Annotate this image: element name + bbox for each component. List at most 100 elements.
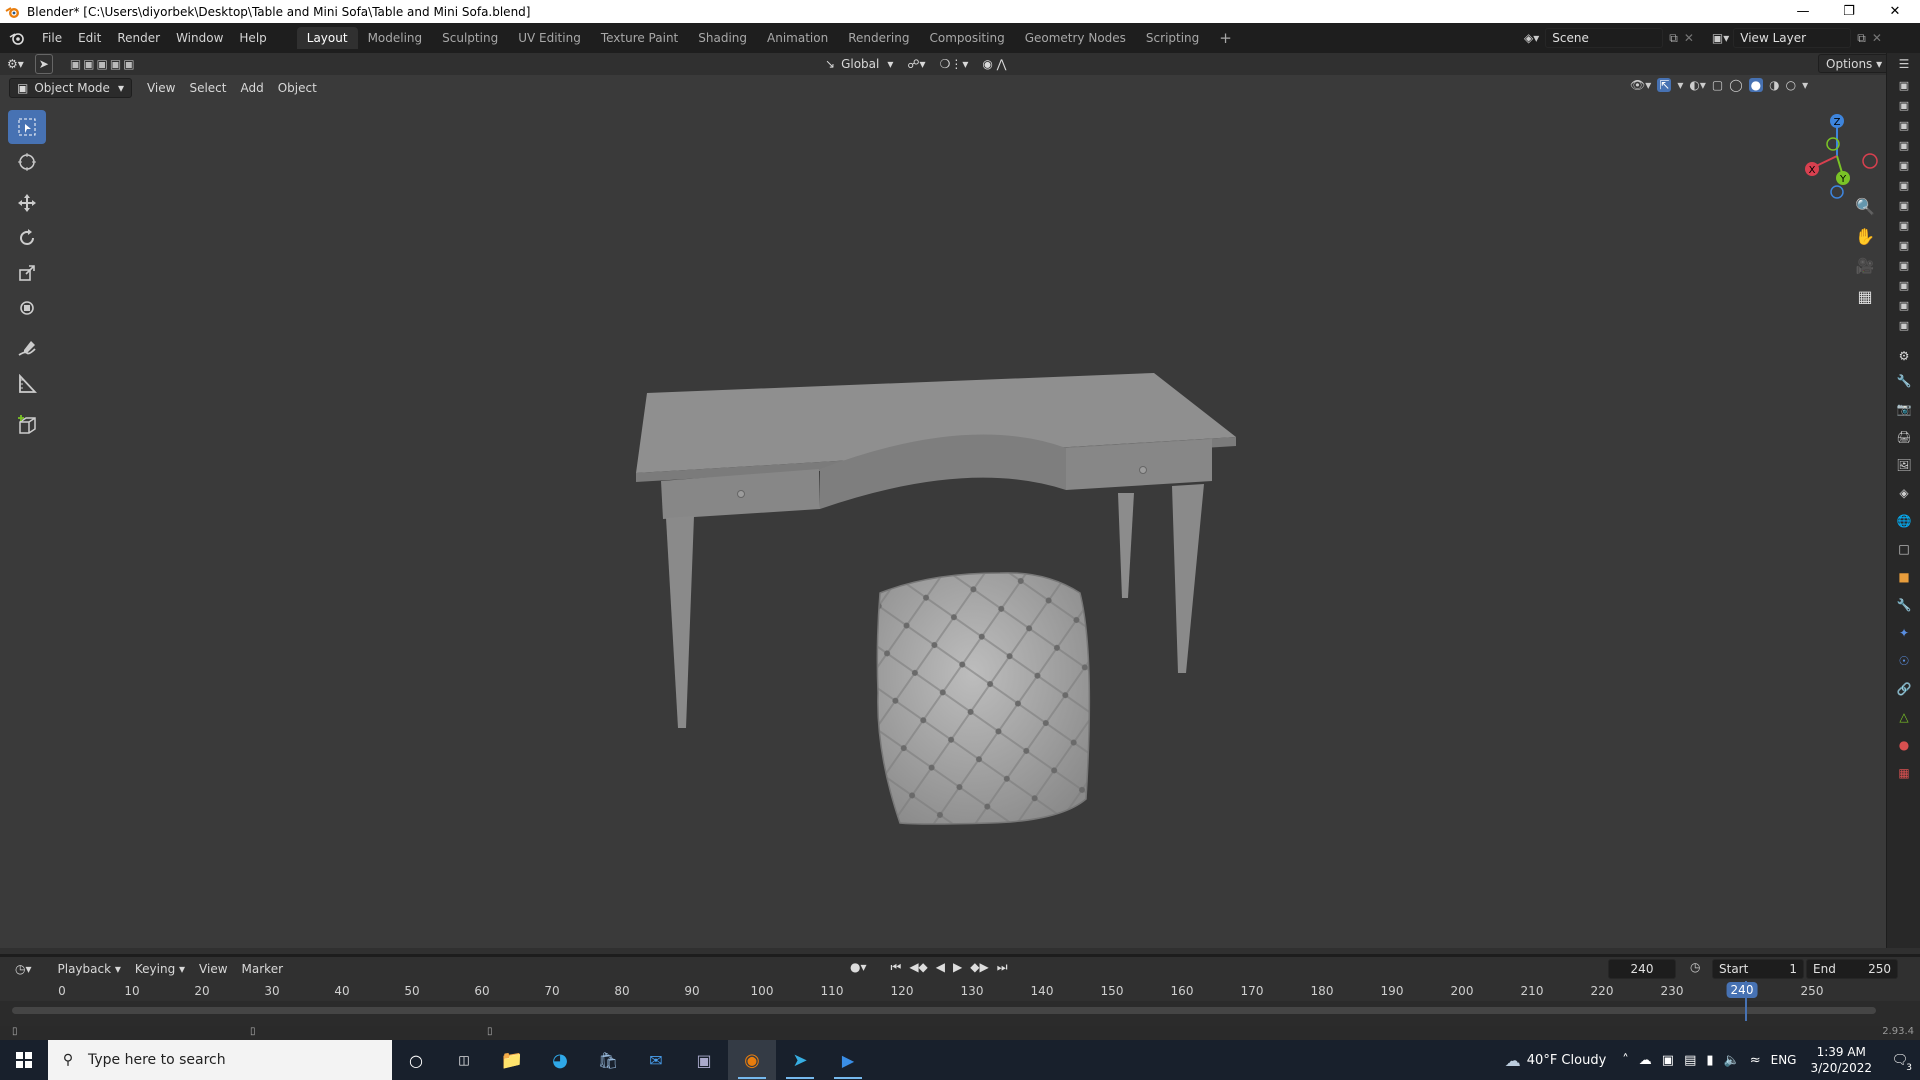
rendered-shading-icon[interactable]: ○ (1786, 78, 1796, 92)
cortana-button[interactable]: ○ (392, 1040, 440, 1080)
rotate-tool[interactable] (8, 221, 46, 255)
camera-view-button[interactable]: 🎥 (1850, 251, 1880, 281)
outliner-toggle-icon[interactable]: ☰ (1887, 53, 1920, 75)
properties-editor-icon[interactable]: ⚙ (1887, 345, 1920, 367)
tab-texture-paint[interactable]: Texture Paint (591, 27, 688, 49)
perspective-toggle-button[interactable]: ▦ (1850, 281, 1880, 311)
particle-properties-icon[interactable]: ✦ (1887, 619, 1920, 647)
pan-button[interactable]: ✋ (1850, 221, 1880, 251)
menu-view[interactable]: View (140, 78, 182, 98)
outliner-render-toggle-icon[interactable]: ▣ (1887, 295, 1920, 315)
delete-scene-icon[interactable]: ✕ (1684, 31, 1694, 45)
battery-icon[interactable]: ▮ (1706, 1053, 1713, 1068)
taskbar-edge[interactable]: ◕ (536, 1040, 584, 1080)
collection-properties-icon[interactable]: □ (1887, 535, 1920, 563)
table-leg-front-right[interactable] (1172, 484, 1204, 673)
outliner-render-toggle-icon[interactable]: ▣ (1887, 75, 1920, 95)
snap-toggle[interactable]: ❍⋮▾ (933, 54, 976, 74)
tab-compositing[interactable]: Compositing (919, 27, 1014, 49)
chevron-down-icon[interactable]: ▾ (1677, 78, 1683, 92)
outliner-render-toggle-icon[interactable]: ▣ (1887, 275, 1920, 295)
wireframe-shading-icon[interactable]: ◯ (1729, 78, 1742, 92)
cursor-tool[interactable] (8, 145, 46, 179)
play-icon[interactable]: ▶ (953, 960, 962, 975)
view-layer-icon[interactable]: ▣▾ (1712, 31, 1729, 45)
outliner-render-toggle-icon[interactable]: ▣ (1887, 255, 1920, 275)
play-reverse-icon[interactable]: ◀ (936, 960, 945, 975)
prev-keyframe-icon[interactable]: ◀◆ (909, 960, 927, 975)
tab-scripting[interactable]: Scripting (1136, 27, 1209, 49)
selection-mode-group[interactable]: ▣▣▣▣▣ (63, 54, 144, 74)
next-keyframe-icon[interactable]: ◆▶ (970, 960, 988, 975)
mini-sofa-pouf[interactable] (876, 572, 1091, 825)
texture-properties-icon[interactable]: ▦ (1887, 759, 1920, 787)
outliner-render-toggle-icon[interactable]: ▣ (1887, 115, 1920, 135)
start-button[interactable] (0, 1040, 48, 1080)
start-frame-field[interactable]: Start 1 (1712, 959, 1804, 979)
menu-object[interactable]: Object (271, 78, 324, 98)
measure-tool[interactable] (8, 367, 46, 401)
minimize-button[interactable]: — (1780, 0, 1826, 23)
taskbar-store[interactable]: 🛍 (584, 1040, 632, 1080)
outliner-render-toggle-icon[interactable]: ▣ (1887, 155, 1920, 175)
transform-tool[interactable] (8, 291, 46, 325)
tool-properties-icon[interactable]: 🔧 (1887, 367, 1920, 395)
view-layer-properties-icon[interactable]: 🖼 (1887, 451, 1920, 479)
3d-viewport[interactable]: ⚙▾ ➤ ▣▣▣▣▣ ↘ Global ▾ ☍▾ ❍⋮▾ ◉ ⋀ Options… (0, 53, 1886, 948)
tab-modeling[interactable]: Modeling (358, 27, 433, 49)
jump-end-icon[interactable]: ⏭ (997, 960, 1008, 975)
network-icon[interactable]: ≈ (1750, 1053, 1761, 1068)
menu-help[interactable]: Help (231, 27, 274, 49)
constraint-properties-icon[interactable]: 🔗 (1887, 675, 1920, 703)
outliner-render-toggle-icon[interactable]: ▣ (1887, 175, 1920, 195)
table-leg-back-right[interactable] (1118, 493, 1134, 598)
transform-orientation-dropdown[interactable]: ↘ Global ▾ (818, 54, 900, 74)
annotate-tool[interactable] (8, 332, 46, 366)
menu-playback[interactable]: Playback ▾ (51, 959, 128, 979)
editor-type-button[interactable]: ⚙▾ (0, 54, 31, 74)
view-layer-field[interactable]: View Layer (1733, 28, 1852, 48)
menu-edit[interactable]: Edit (70, 27, 109, 49)
move-tool[interactable] (8, 186, 46, 220)
menu-render[interactable]: Render (109, 27, 168, 49)
outliner-render-toggle-icon[interactable]: ▣ (1887, 135, 1920, 155)
object-properties-icon[interactable]: ■ (1887, 563, 1920, 591)
add-cube-tool[interactable] (8, 408, 46, 442)
current-frame-field[interactable]: 240 (1608, 959, 1676, 979)
chevron-down-icon[interactable]: ▾ (1802, 78, 1808, 92)
preview-range-icon[interactable]: ◷ (1690, 960, 1700, 974)
solid-shading-icon[interactable]: ● (1748, 78, 1764, 92)
world-properties-icon[interactable]: 🌐 (1887, 507, 1920, 535)
menu-window[interactable]: Window (168, 27, 231, 49)
outliner-render-toggle-icon[interactable]: ▣ (1887, 315, 1920, 335)
tab-rendering[interactable]: Rendering (838, 27, 919, 49)
tab-layout[interactable]: Layout (296, 27, 358, 49)
menu-marker[interactable]: Marker (235, 959, 290, 979)
outliner-render-toggle-icon[interactable]: ▣ (1887, 195, 1920, 215)
zoom-button[interactable]: 🔍 (1850, 191, 1880, 221)
tab-sculpting[interactable]: Sculpting (432, 27, 508, 49)
playhead-line[interactable] (1745, 981, 1747, 1021)
timeline-editor-type-button[interactable]: ◷▾ (8, 959, 39, 979)
mode-dropdown[interactable]: ▣ Object Mode ▾ (9, 78, 132, 98)
chevron-up-icon[interactable]: ˄ (1622, 1053, 1629, 1068)
proportional-editing-toggle[interactable]: ◉ ⋀ (975, 54, 1013, 74)
modifier-properties-icon[interactable]: 🔧 (1887, 591, 1920, 619)
material-shading-icon[interactable]: ◑ (1769, 78, 1779, 92)
select-box-tool[interactable] (8, 110, 46, 144)
data-properties-icon[interactable]: △ (1887, 703, 1920, 731)
weather-label[interactable]: 40°F Cloudy (1527, 1053, 1606, 1068)
menu-file[interactable]: File (34, 27, 70, 49)
outliner-render-toggle-icon[interactable]: ▣ (1887, 235, 1920, 255)
visibility-icon[interactable]: 👁▾ (1630, 78, 1651, 92)
tab-uv-editing[interactable]: UV Editing (508, 27, 591, 49)
gizmo-toggle-icon[interactable]: ⇱ (1657, 78, 1672, 92)
taskbar-video-app[interactable]: ▶ (824, 1040, 872, 1080)
tab-geometry-nodes[interactable]: Geometry Nodes (1015, 27, 1136, 49)
language-indicator[interactable]: ENG (1771, 1053, 1797, 1067)
gizmo-neg-x-axis[interactable] (1862, 153, 1878, 169)
record-icon[interactable]: ●▾ (850, 960, 867, 975)
gizmo-neg-z-axis[interactable] (1830, 185, 1844, 199)
output-properties-icon[interactable]: 🖨 (1887, 423, 1920, 451)
select-mode-tool-icon[interactable]: ➤ (34, 54, 53, 74)
